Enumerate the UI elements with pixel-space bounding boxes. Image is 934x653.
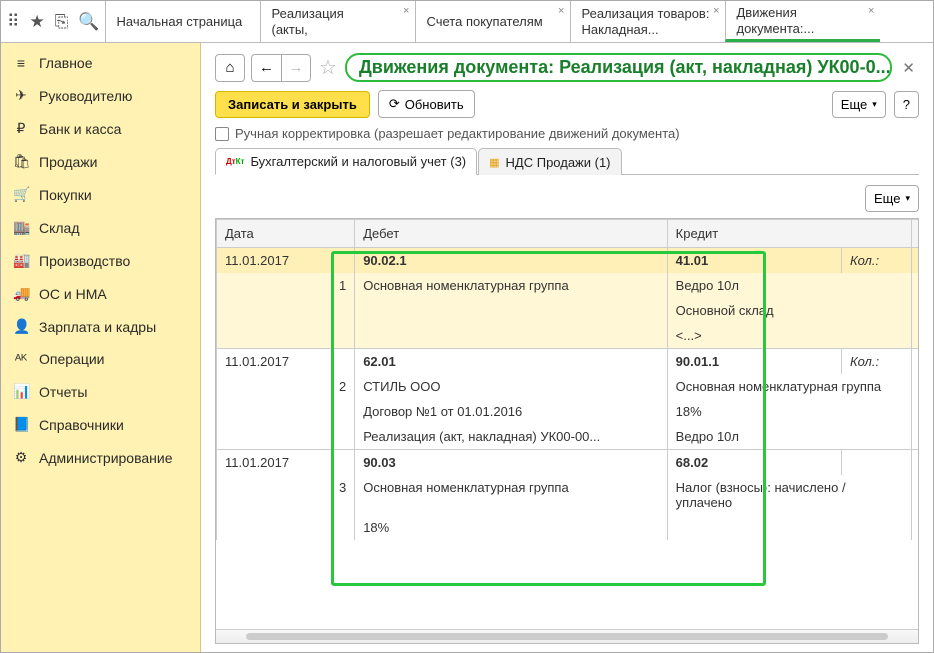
col-debit[interactable]: Дебет — [355, 220, 667, 248]
save-close-button[interactable]: Записать и закрыть — [215, 91, 370, 118]
sidebar-item-1[interactable]: ✈ Руководителю — [1, 79, 200, 112]
history-icon[interactable]: ⎘ — [55, 12, 69, 32]
sidebar-label: Администрирование — [39, 450, 173, 466]
sidebar-icon: 🚚 — [13, 285, 29, 302]
sidebar-icon: 🏭 — [13, 252, 29, 269]
sidebar-icon: ⚙ — [13, 449, 29, 466]
sidebar-label: Банк и касса — [39, 121, 121, 137]
sidebar-icon: 📘 — [13, 416, 29, 433]
col-sum[interactable]: Сумн — [911, 220, 918, 248]
top-tab-0[interactable]: Начальная страница — [105, 1, 260, 42]
sidebar-item-6[interactable]: 🏭 Производство — [1, 244, 200, 277]
more-button[interactable]: Еще ▾ — [832, 91, 886, 118]
sidebar-label: Отчеты — [39, 384, 87, 400]
horizontal-scrollbar[interactable] — [216, 629, 918, 643]
top-tab-1[interactable]: Реализация (акты,× — [260, 1, 415, 42]
dtkt-icon: ДтКт — [226, 157, 244, 166]
col-date[interactable]: Дата — [217, 220, 355, 248]
help-button[interactable]: ? — [894, 91, 919, 118]
sidebar-label: Покупки — [39, 187, 92, 203]
tab-close-icon[interactable]: × — [403, 5, 409, 17]
sidebar-label: Главное — [39, 55, 93, 71]
table-row[interactable]: 11.01.201790.0368.02 — [217, 450, 919, 476]
sidebar-label: Склад — [39, 220, 80, 236]
sidebar-item-7[interactable]: 🚚 ОС и НМА — [1, 277, 200, 310]
sheet-icon: ▦ — [489, 156, 499, 169]
sidebar-icon: 🛍 — [13, 153, 29, 170]
table-row[interactable]: 1Основная номенклатурная группаВедро 10л… — [217, 273, 919, 298]
forward-button[interactable]: → — [281, 54, 311, 82]
manual-edit-checkbox[interactable] — [215, 127, 229, 141]
table-row[interactable]: <...> — [217, 323, 919, 349]
refresh-icon: ⟳ — [389, 96, 400, 112]
table-row[interactable]: 11.01.201790.02.141.01Кол.:1,000 — [217, 248, 919, 274]
sidebar-icon: ≡ — [13, 55, 29, 71]
table-row[interactable]: 18%това — [217, 515, 919, 540]
sidebar-icon: 🏬 — [13, 219, 29, 236]
sidebar-item-11[interactable]: 📘 Справочники — [1, 408, 200, 441]
favorite-icon[interactable]: ☆ — [317, 55, 339, 80]
table-row[interactable]: 3Основная номенклатурная группаНалог (вз… — [217, 475, 919, 515]
search-icon[interactable]: 🔍 — [78, 12, 99, 32]
sidebar-icon: ᴬᴷ — [13, 351, 29, 367]
home-button[interactable]: ⌂ — [215, 54, 245, 82]
apps-icon[interactable]: ⠿ — [7, 12, 19, 32]
sub-tab-0[interactable]: ДтКтБухгалтерский и налоговый учет (3) — [215, 148, 477, 175]
top-tab-4[interactable]: Движения документа:...× — [725, 1, 880, 42]
sidebar-label: Продажи — [39, 154, 97, 170]
top-tab-3[interactable]: Реализация товаров: Накладная...× — [570, 1, 725, 42]
refresh-button[interactable]: ⟳ Обновить — [378, 90, 475, 118]
sidebar-item-12[interactable]: ⚙ Администрирование — [1, 441, 200, 474]
tab-close-icon[interactable]: × — [868, 5, 874, 17]
star-icon[interactable]: ★ — [29, 12, 44, 32]
sidebar-item-0[interactable]: ≡ Главное — [1, 47, 200, 79]
sidebar-label: ОС и НМА — [39, 286, 107, 302]
back-button[interactable]: ← — [251, 54, 281, 82]
tab-close-icon[interactable]: × — [558, 5, 564, 17]
sidebar-item-3[interactable]: 🛍 Продажи — [1, 145, 200, 178]
sidebar-label: Производство — [39, 253, 130, 269]
table-row[interactable]: 2СТИЛЬ ООООсновная номенклатурная группа… — [217, 374, 919, 399]
sidebar-item-8[interactable]: 👤 Зарплата и кадры — [1, 310, 200, 343]
col-credit[interactable]: Кредит — [667, 220, 911, 248]
table-row[interactable]: Договор №1 от 01.01.201618%това — [217, 399, 919, 424]
sidebar-item-4[interactable]: 🛒 Покупки — [1, 178, 200, 211]
sub-tab-1[interactable]: ▦НДС Продажи (1) — [478, 148, 621, 175]
sidebar-icon: 📊 — [13, 383, 29, 400]
sidebar-label: Операции — [39, 351, 105, 367]
sidebar-label: Зарплата и кадры — [39, 319, 156, 335]
close-icon[interactable]: ✕ — [898, 59, 919, 77]
movements-table: Дата Дебет Кредит Сумн 11.01.201790.02.1… — [216, 219, 918, 540]
sidebar-icon: ✈ — [13, 87, 29, 104]
sidebar-item-5[interactable]: 🏬 Склад — [1, 211, 200, 244]
table-row[interactable]: Реализация (акт, накладная) УК00-00...Ве… — [217, 424, 919, 450]
sidebar-item-2[interactable]: ₽ Банк и касса — [1, 112, 200, 145]
grid-more-button[interactable]: Еще ▾ — [865, 185, 919, 212]
table-row[interactable]: Основной складтова — [217, 298, 919, 323]
table-row[interactable]: 11.01.201762.0190.01.1Кол.:1,000 — [217, 349, 919, 375]
manual-edit-label: Ручная корректировка (разрешает редактир… — [235, 126, 680, 141]
tab-close-icon[interactable]: × — [713, 5, 719, 17]
sidebar-item-9[interactable]: ᴬᴷ Операции — [1, 343, 200, 375]
sidebar-icon: ₽ — [13, 120, 29, 137]
page-title: Движения документа: Реализация (акт, нак… — [345, 53, 892, 82]
sidebar-label: Справочники — [39, 417, 124, 433]
top-tab-2[interactable]: Счета покупателям× — [415, 1, 570, 42]
sidebar-label: Руководителю — [39, 88, 132, 104]
sidebar-icon: 👤 — [13, 318, 29, 335]
sidebar-icon: 🛒 — [13, 186, 29, 203]
table-header-row: Дата Дебет Кредит Сумн — [217, 220, 919, 248]
sidebar-item-10[interactable]: 📊 Отчеты — [1, 375, 200, 408]
